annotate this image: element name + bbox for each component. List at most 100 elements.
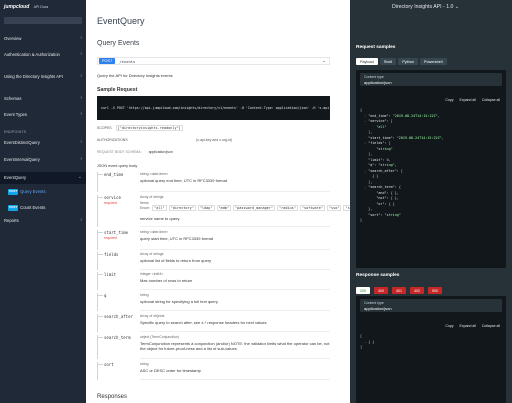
tab-powershell[interactable]: Powershell	[420, 58, 447, 65]
scopes-row: SCOPES ["directoryinsights.readonly"]	[97, 125, 183, 131]
param-description: Max number of rows to return	[140, 278, 193, 283]
param-row: service required Array of strings Items Enu…	[97, 195, 367, 227]
chevron-down-icon: ⌄	[321, 58, 326, 64]
sidebar-item[interactable]: Event Types ›	[0, 111, 86, 118]
tab-payload[interactable]: Payload	[356, 58, 378, 65]
enum-value: "radius"	[277, 205, 298, 211]
sidebar-item[interactable]: EventDistinctQuery ›	[0, 139, 86, 146]
enum-value: "ldap"	[197, 205, 215, 211]
chevron-right-icon: ›	[80, 95, 82, 101]
expand-all-button[interactable]: Expand all	[460, 98, 476, 102]
enum-value: "mdm"	[216, 205, 232, 211]
sidebar-item-eventquery[interactable]: EventQuery ⌄	[0, 172, 86, 184]
tab-python[interactable]: Python	[398, 58, 419, 65]
param-name[interactable]: search_term	[104, 335, 131, 340]
param-type: Array of strings	[140, 195, 164, 199]
param-row: q string optional string for specifying a …	[97, 293, 330, 311]
response-code-tabs: 200 400 401 402 500	[356, 287, 442, 294]
param-description: optional list of fields to return from q…	[140, 258, 212, 263]
enum-value: "sso"	[326, 205, 342, 211]
param-enum: Items Enum: "all" "directory" "ldap" "mdm" "p…	[140, 201, 367, 211]
param-description: optional string for specifying a full te…	[140, 299, 218, 304]
logo[interactable]: jumpcloud API Docs	[4, 4, 82, 12]
param-name[interactable]: q	[104, 293, 106, 298]
response-tab-401[interactable]: 401	[392, 287, 406, 294]
response-tab-200[interactable]: 200	[356, 287, 370, 294]
sidebar-item-label: Using the Directory Insights API	[4, 74, 63, 79]
chevron-right-icon: ›	[80, 156, 82, 162]
content-type-label: Content type	[364, 75, 384, 79]
sidebar-item-label: Overview	[4, 36, 22, 41]
api-version-label: Directory Insights API - 1.0	[392, 4, 454, 10]
param-type: string <date-time>	[140, 172, 169, 176]
required-badge: required	[104, 236, 117, 240]
api-version-selector[interactable]: Directory Insights API - 1.0 ⌄	[392, 4, 459, 10]
divider	[140, 226, 330, 227]
divider	[140, 269, 330, 270]
param-name[interactable]: start_time	[104, 230, 128, 235]
param-description: service name to query.	[140, 216, 181, 221]
tab-shell[interactable]: Shell	[379, 58, 397, 65]
sidebar-subitem[interactable]: POST Count Events	[0, 205, 86, 211]
divider	[140, 310, 330, 311]
param-description: TermConjunction represents a conjunction…	[140, 341, 330, 351]
param-description: optional query end time, UTC in RFC3339 …	[140, 178, 227, 183]
param-connector	[97, 174, 103, 175]
code-actions: Copy Expand all Collapse all	[445, 98, 500, 102]
response-samples-title: Response samples	[356, 273, 400, 278]
endpoint-toggle[interactable]: POST /events ⌄	[97, 57, 330, 65]
expand-all-button[interactable]: Expand all	[460, 324, 476, 328]
collapse-all-button[interactable]: Collapse all	[482, 324, 500, 328]
param-connector	[97, 295, 103, 296]
param-name[interactable]: search_after	[104, 314, 133, 319]
chevron-down-icon: ⌄	[454, 4, 460, 10]
sidebar-item-label: Event Types	[4, 112, 27, 117]
param-row: search_term object (TermConjunction) TermC…	[97, 335, 330, 359]
sidebar-subitem[interactable]: POST Query Events	[0, 189, 86, 195]
param-connector	[97, 197, 103, 198]
divider	[140, 358, 330, 359]
schema-value: application/json	[148, 150, 173, 154]
sidebar-item[interactable]: Overview ›	[0, 35, 86, 42]
code-actions: Copy Expand all Collapse all	[445, 324, 500, 328]
copy-button[interactable]: Copy	[445, 98, 453, 102]
content-type-label: Content type	[364, 301, 384, 305]
sidebar-item-label: Query Events	[20, 189, 46, 194]
samples-panel: Request samples Payload Shell Python Powers…	[350, 0, 512, 403]
response-tab-402[interactable]: 402	[410, 287, 424, 294]
param-name[interactable]: limit	[104, 272, 116, 277]
response-sample-box: Content type application/json Copy Expan…	[356, 296, 506, 403]
logo-badge: API Docs	[33, 5, 49, 9]
param-type: object (TermConjunction)	[140, 335, 179, 339]
copy-button[interactable]: Copy	[445, 324, 453, 328]
param-row: start_time required string <date-time> quer…	[97, 230, 330, 250]
enum-value: "all"	[152, 205, 167, 211]
divider	[140, 289, 330, 290]
param-name[interactable]: end_time	[104, 172, 123, 177]
http-method-badge: POST	[99, 58, 116, 64]
param-connector	[97, 274, 103, 275]
response-tab-400[interactable]: 400	[374, 287, 388, 294]
param-name[interactable]: fields	[104, 252, 118, 257]
sidebar-item[interactable]: Using the Directory Insights API ›	[0, 73, 86, 80]
scopes-value: ["directoryinsights.readonly"]	[115, 125, 183, 131]
param-connector	[97, 337, 103, 338]
scopes-label: SCOPES	[97, 126, 112, 130]
sidebar-item-reports[interactable]: Reports ›	[0, 217, 86, 224]
chevron-right-icon: ›	[80, 51, 82, 57]
search-input[interactable]	[4, 17, 82, 24]
enum-value: "password_manager"	[233, 205, 275, 211]
sidebar-item[interactable]: Schemas ›	[0, 95, 86, 102]
sidebar-item-label: Schemas	[4, 96, 22, 101]
authorizations-value[interactable]: (x-api-key and x-org-id)	[196, 138, 232, 142]
param-name[interactable]: sort	[104, 362, 114, 367]
sidebar-item-label: EventQuery	[4, 175, 27, 181]
param-description: Specific query to search after, see x-* …	[140, 320, 267, 325]
param-connector	[97, 364, 103, 365]
response-tab-500[interactable]: 500	[428, 287, 442, 294]
param-name[interactable]: service	[104, 195, 121, 200]
collapse-all-button[interactable]: Collapse all	[482, 98, 500, 102]
chevron-right-icon: ›	[80, 139, 82, 145]
sidebar-item[interactable]: Authentication & Authorization ›	[0, 51, 86, 58]
sidebar-item[interactable]: EventIntervalQuery ›	[0, 156, 86, 163]
